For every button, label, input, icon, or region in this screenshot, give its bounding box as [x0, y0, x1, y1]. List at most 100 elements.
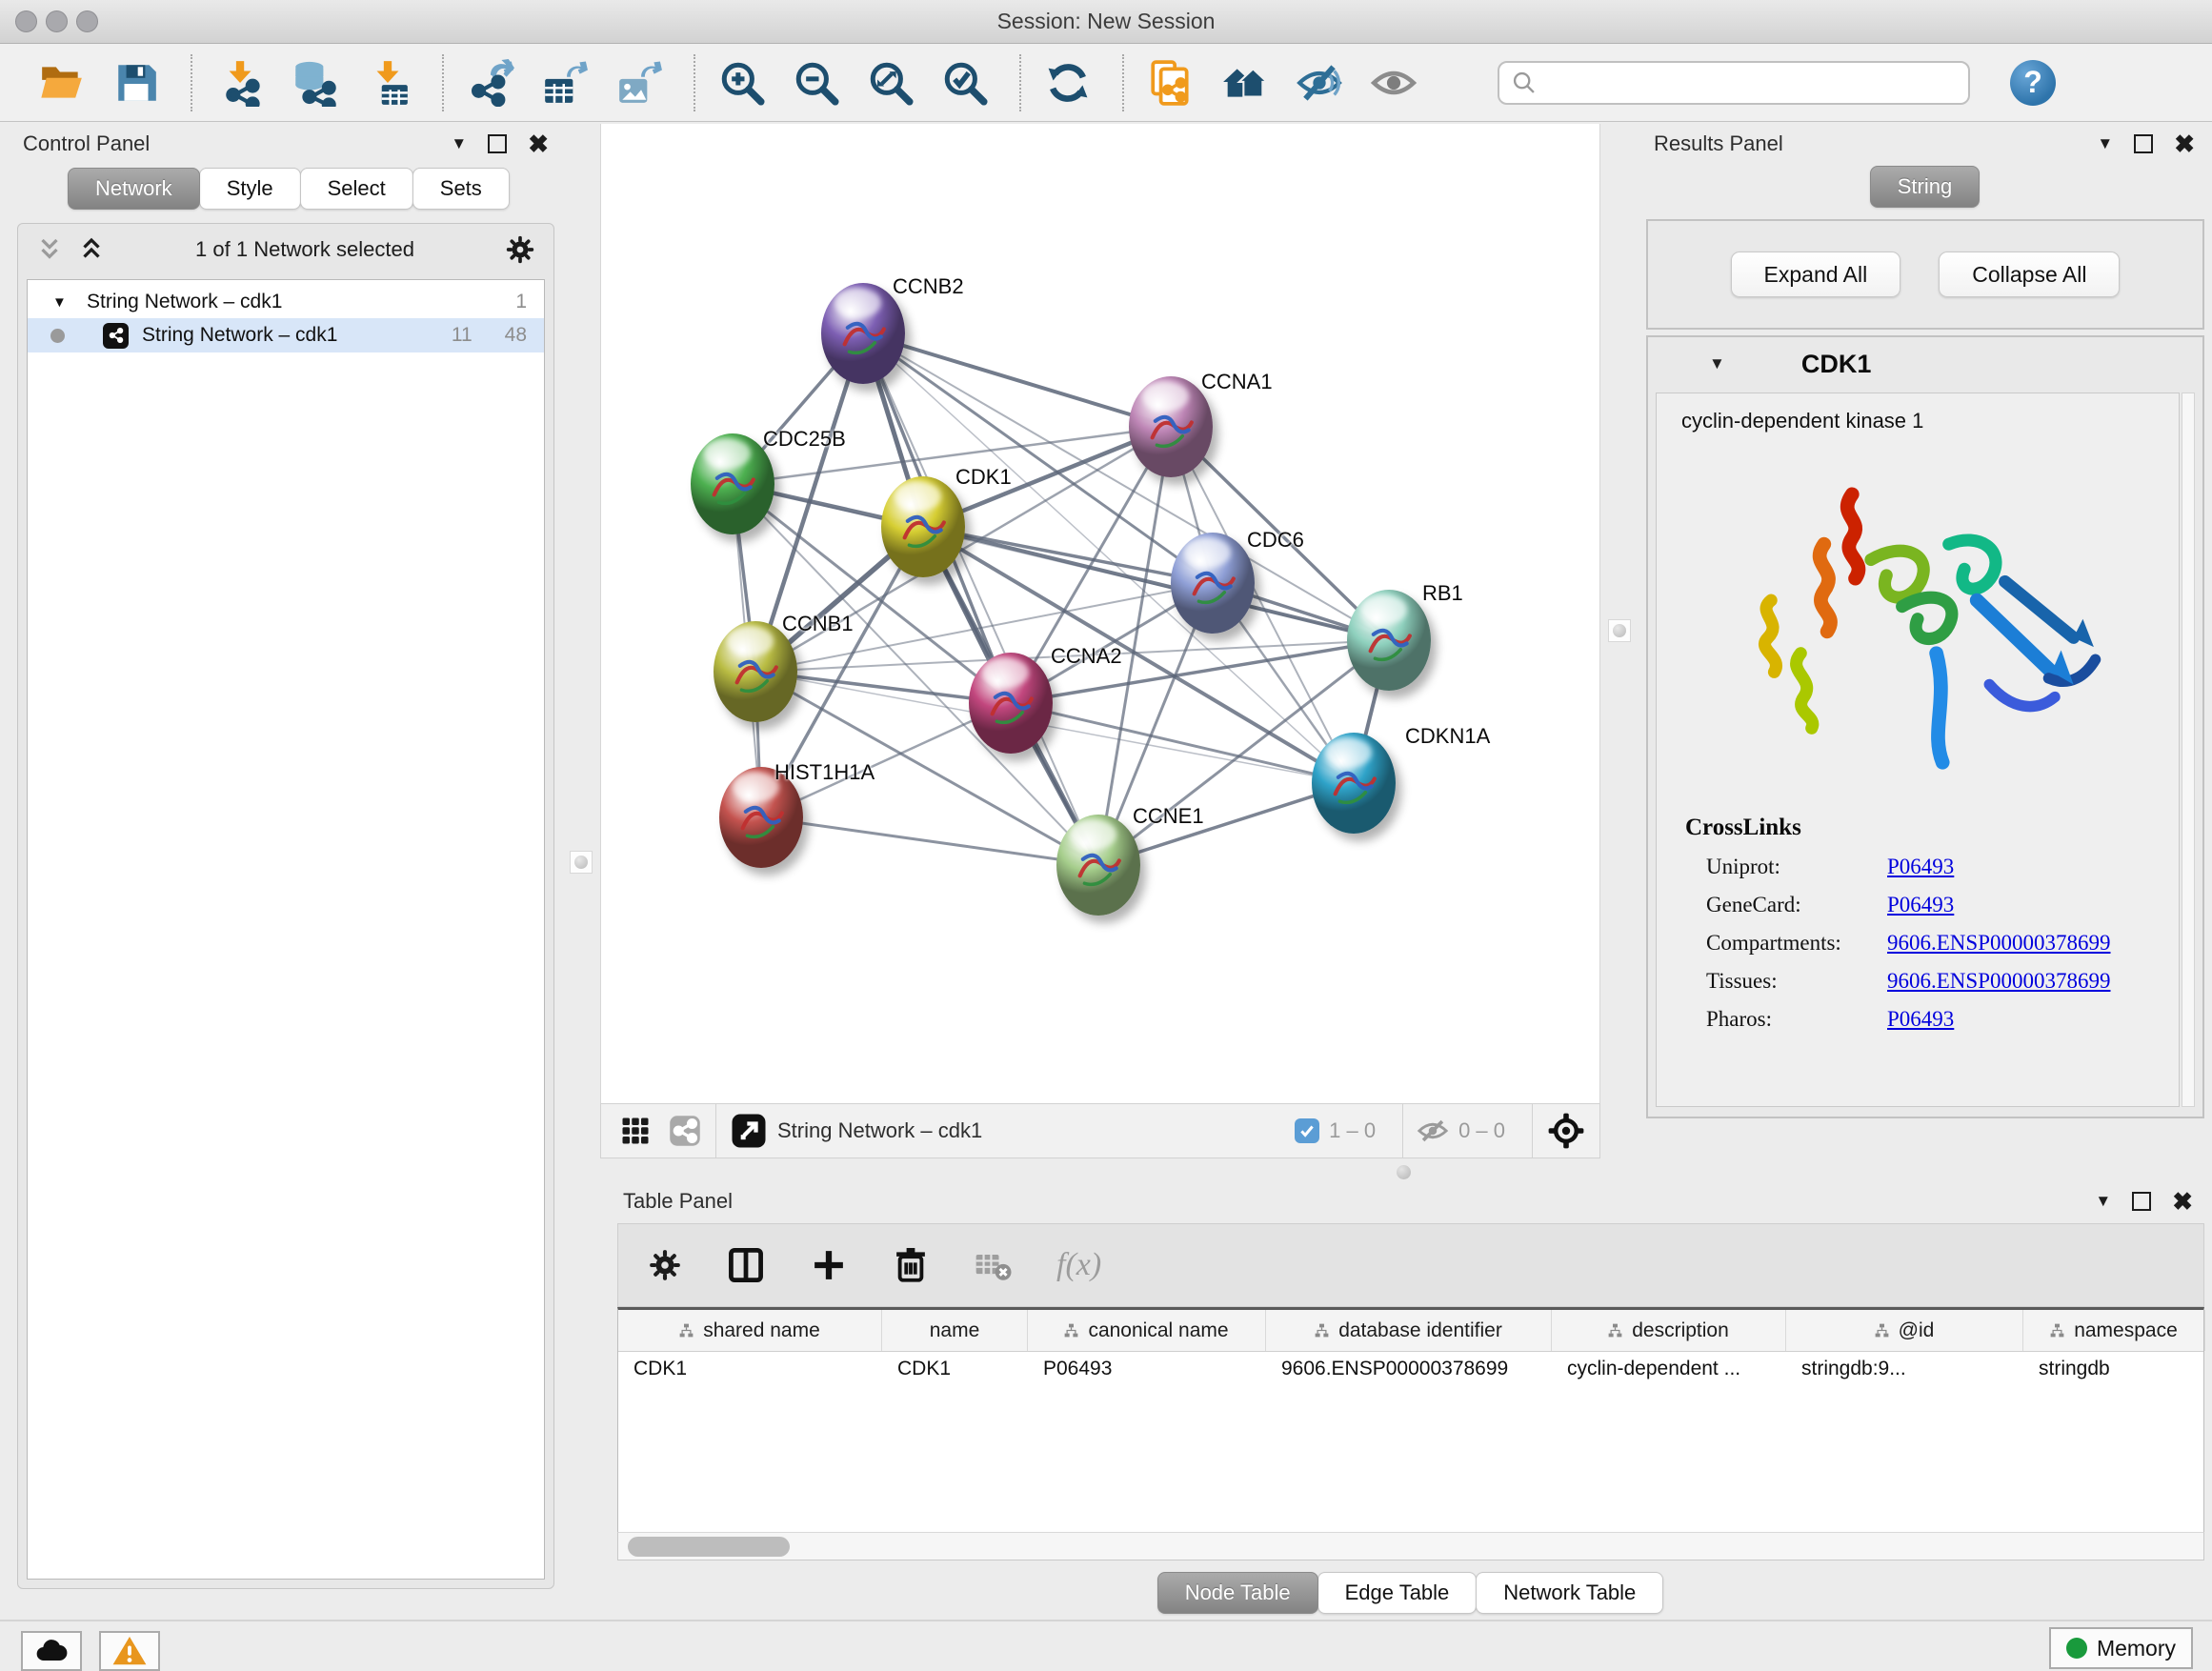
table-panel-title: Table Panel [623, 1189, 733, 1214]
search-input[interactable] [1498, 61, 1970, 105]
export-network-button[interactable] [463, 55, 518, 111]
show-columns-icon[interactable] [725, 1244, 767, 1286]
tab-string[interactable]: String [1870, 166, 1980, 208]
crosslink-link[interactable]: P06493 [1887, 855, 1954, 879]
crosslink-link[interactable]: 9606.ENSP00000378699 [1887, 931, 2111, 956]
network-canvas[interactable]: CCNB2CCNA1CDC25BCDK1CDC6RB1CCNB1CCNA2CDK… [600, 124, 1600, 1103]
table-panel: Table Panel ▼ ✖ f(x) shared namenamecano… [610, 1183, 2212, 1620]
crosslink-link[interactable]: P06493 [1887, 1007, 1954, 1032]
refresh-button[interactable] [1040, 55, 1096, 111]
panel-menu-icon[interactable]: ▼ [451, 134, 467, 153]
node-label-cdk1: CDK1 [955, 465, 1012, 490]
expand-all-button[interactable]: Expand All [1731, 252, 1901, 297]
import-network-database-button[interactable] [286, 55, 341, 111]
scrollbar-thumb[interactable] [628, 1537, 790, 1557]
import-table-file-button[interactable] [360, 55, 415, 111]
memory-button[interactable]: Memory [2049, 1627, 2193, 1669]
network-view-mode-icon[interactable] [668, 1114, 702, 1148]
tab-style[interactable]: Style [199, 168, 301, 210]
network-collection-row[interactable]: ▼ String Network – cdk1 1 [28, 286, 544, 318]
panel-menu-icon[interactable]: ▼ [2097, 134, 2113, 153]
network-edge[interactable] [761, 817, 1098, 865]
show-all-button[interactable] [1366, 55, 1421, 111]
network-edge[interactable] [1011, 703, 1354, 783]
zoom-out-button[interactable] [789, 55, 844, 111]
zoom-selected-button[interactable] [937, 55, 993, 111]
table-cell: stringdb:9... [1786, 1352, 2023, 1388]
panel-menu-icon[interactable]: ▼ [2095, 1192, 2111, 1211]
export-image-button[interactable] [612, 55, 667, 111]
export-table-button[interactable] [537, 55, 593, 111]
panel-float-icon[interactable] [488, 134, 507, 153]
warning-status-button[interactable] [99, 1631, 160, 1671]
save-session-button[interactable] [109, 55, 164, 111]
add-column-icon[interactable] [809, 1245, 849, 1285]
selected-checkbox[interactable] [1295, 1118, 1319, 1143]
network-node-rb1[interactable] [1347, 590, 1431, 691]
tab-select[interactable]: Select [300, 168, 413, 210]
column-header-database-identifier[interactable]: database identifier [1266, 1310, 1552, 1351]
network-node-cdk1[interactable] [881, 476, 965, 577]
view-bar-separator [715, 1104, 716, 1158]
results-scrollbar[interactable] [2182, 393, 2195, 1107]
network-edge[interactable] [923, 527, 1213, 583]
expand-all-chevron-icon[interactable] [77, 235, 106, 264]
cloud-status-button[interactable] [21, 1631, 82, 1671]
network-from-clipboard-button[interactable] [1143, 55, 1198, 111]
zoom-in-button[interactable] [714, 55, 770, 111]
column-header-description[interactable]: description [1552, 1310, 1786, 1351]
network-row-selected[interactable]: String Network – cdk1 11 48 [28, 318, 544, 352]
network-node-ccna2[interactable] [969, 653, 1053, 754]
open-session-button[interactable] [34, 55, 90, 111]
network-node-cdkn1a[interactable] [1312, 733, 1396, 834]
tab-node-table[interactable]: Node Table [1157, 1572, 1318, 1614]
delete-column-icon[interactable] [891, 1245, 931, 1285]
left-splitter-handle[interactable] [570, 851, 593, 874]
zoom-fit-button[interactable] [863, 55, 918, 111]
collapse-all-chevron-icon[interactable] [35, 235, 64, 264]
table-horizontal-scrollbar[interactable] [617, 1532, 2204, 1560]
column-header-namespace[interactable]: namespace [2023, 1310, 2205, 1351]
tree-expander-icon[interactable]: ▼ [52, 294, 73, 311]
first-neighbors-button[interactable] [1217, 55, 1273, 111]
right-splitter-handle[interactable] [1608, 619, 1631, 642]
table-row[interactable]: CDK1CDK1P064939606.ENSP00000378699cyclin… [618, 1352, 2203, 1388]
network-edge[interactable] [863, 333, 1171, 427]
entry-expander-icon[interactable]: ▼ [1709, 354, 1725, 373]
table-settings-gear-icon[interactable] [647, 1247, 683, 1283]
panel-float-icon[interactable] [2134, 134, 2153, 153]
panel-close-icon[interactable]: ✖ [2174, 134, 2195, 153]
network-node-cdc6[interactable] [1171, 533, 1255, 634]
help-button[interactable]: ? [2010, 60, 2056, 106]
bottom-splitter-handle[interactable] [1397, 1165, 1411, 1179]
tab-network-table[interactable]: Network Table [1476, 1572, 1663, 1614]
panel-float-icon[interactable] [2132, 1192, 2151, 1211]
grid-view-icon[interactable] [618, 1114, 653, 1148]
tab-edge-table[interactable]: Edge Table [1317, 1572, 1478, 1614]
network-edge[interactable] [863, 333, 1098, 865]
column-header-shared-name[interactable]: shared name [618, 1310, 882, 1351]
panel-close-icon[interactable]: ✖ [528, 134, 549, 153]
birdseye-view-icon[interactable] [730, 1112, 768, 1150]
column-header-name[interactable]: name [882, 1310, 1028, 1351]
collapse-all-button[interactable]: Collapse All [1939, 252, 2120, 297]
string-results-controls: Expand All Collapse All [1646, 219, 2204, 330]
network-node-ccne1[interactable] [1056, 815, 1140, 916]
node-label-rb1: RB1 [1422, 581, 1463, 606]
crosslink-link[interactable]: 9606.ENSP00000378699 [1887, 969, 2111, 994]
hide-selected-button[interactable] [1292, 55, 1347, 111]
tab-sets[interactable]: Sets [412, 168, 510, 210]
column-header-canonical-name[interactable]: canonical name [1028, 1310, 1266, 1351]
network-node-cdc25b[interactable] [691, 433, 774, 534]
table-header-row: shared namenamecanonical namedatabase id… [618, 1310, 2203, 1352]
left-splitter[interactable] [562, 124, 600, 1158]
import-network-file-button[interactable] [211, 55, 267, 111]
network-node-ccna1[interactable] [1129, 376, 1213, 477]
column-header--id[interactable]: @id [1786, 1310, 2023, 1351]
panel-close-icon[interactable]: ✖ [2172, 1192, 2193, 1211]
tab-network[interactable]: Network [68, 168, 200, 210]
crosshair-icon[interactable] [1546, 1111, 1586, 1151]
crosslinks-title: CrossLinks [1685, 815, 2179, 841]
gear-icon[interactable] [504, 233, 536, 266]
crosslink-link[interactable]: P06493 [1887, 893, 1954, 917]
